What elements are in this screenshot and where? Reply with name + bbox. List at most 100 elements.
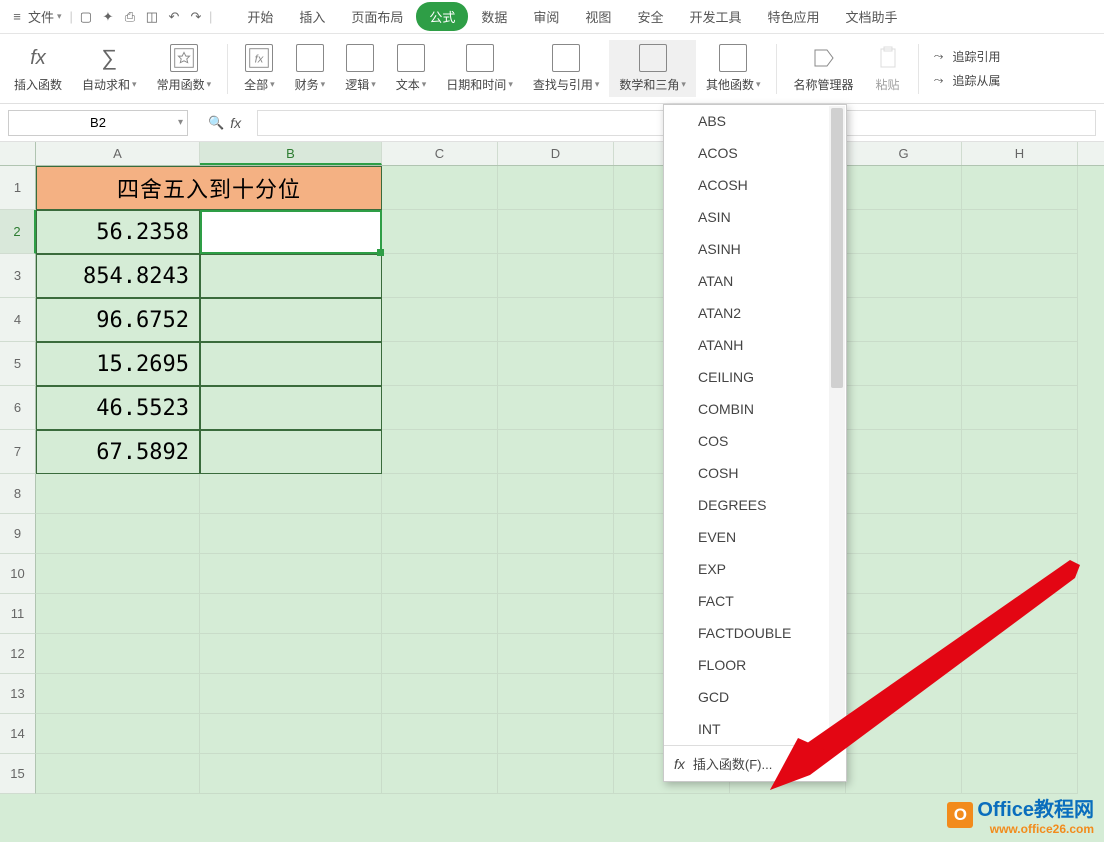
cell[interactable] (846, 594, 962, 634)
cell[interactable] (382, 514, 498, 554)
row-header-8[interactable]: 8 (0, 474, 36, 514)
redo-icon[interactable]: ↷ (185, 6, 207, 28)
cell[interactable] (962, 210, 1078, 254)
paste-button[interactable]: 粘贴 (864, 40, 912, 97)
cell[interactable] (962, 714, 1078, 754)
cell[interactable] (498, 754, 614, 794)
cell[interactable] (962, 754, 1078, 794)
financial-button[interactable]: 财务▾ (285, 40, 336, 97)
save-icon[interactable]: ✦ (97, 6, 119, 28)
column-header-B[interactable]: B (200, 142, 382, 165)
other-functions-button[interactable]: 其他函数▾ (696, 40, 771, 97)
common-functions-button[interactable]: 常用函数▾ (147, 40, 222, 97)
cell[interactable] (498, 298, 614, 342)
tab-开发工具[interactable]: 开发工具 (676, 2, 754, 31)
open-icon[interactable]: ▢ (75, 6, 97, 28)
insert-function-button[interactable]: fx 插入函数 (4, 40, 72, 97)
function-item-acos[interactable]: ACOS (664, 137, 846, 169)
cell[interactable] (962, 514, 1078, 554)
text-button[interactable]: 文本▾ (386, 40, 437, 97)
function-item-abs[interactable]: ABS (664, 105, 846, 137)
undo-icon[interactable]: ↶ (163, 6, 185, 28)
preview-icon[interactable]: ◫ (141, 6, 163, 28)
cell[interactable] (200, 634, 382, 674)
trace-precedents-button[interactable]: ⤳ 追踪引用 (929, 45, 1001, 69)
tab-页面布局[interactable]: 页面布局 (338, 2, 416, 31)
column-header-C[interactable]: C (382, 142, 498, 165)
cell[interactable] (962, 634, 1078, 674)
function-item-asin[interactable]: ASIN (664, 201, 846, 233)
cell[interactable] (382, 474, 498, 514)
cell[interactable] (846, 166, 962, 210)
cell[interactable] (382, 210, 498, 254)
cell[interactable] (382, 166, 498, 210)
autosum-button[interactable]: ∑ 自动求和▾ (72, 40, 147, 97)
cell[interactable] (962, 594, 1078, 634)
cell[interactable] (36, 594, 200, 634)
trace-dependents-button[interactable]: ⤳ 追踪从属 (929, 69, 1001, 93)
cell[interactable] (962, 298, 1078, 342)
cell[interactable] (382, 554, 498, 594)
cell[interactable] (498, 674, 614, 714)
cell[interactable] (498, 634, 614, 674)
tab-审阅[interactable]: 审阅 (520, 2, 572, 31)
tab-插入[interactable]: 插入 (286, 2, 338, 31)
cell[interactable] (36, 754, 200, 794)
insert-function-footer[interactable]: fx 插入函数(F)... (664, 745, 846, 781)
datetime-button[interactable]: 日期和时间▾ (436, 40, 523, 97)
function-item-int[interactable]: INT (664, 713, 846, 745)
function-item-factdouble[interactable]: FACTDOUBLE (664, 617, 846, 649)
cell[interactable] (498, 594, 614, 634)
cell[interactable] (962, 674, 1078, 714)
function-item-combin[interactable]: COMBIN (664, 393, 846, 425)
data-cell-a2[interactable]: 56.2358 (36, 210, 200, 254)
row-header-3[interactable]: 3 (0, 254, 36, 298)
select-all-corner[interactable] (0, 142, 36, 165)
cell[interactable] (382, 754, 498, 794)
function-item-even[interactable]: EVEN (664, 521, 846, 553)
function-item-gcd[interactable]: GCD (664, 681, 846, 713)
cell[interactable] (846, 634, 962, 674)
cell[interactable] (200, 674, 382, 714)
function-item-atanh[interactable]: ATANH (664, 329, 846, 361)
function-item-acosh[interactable]: ACOSH (664, 169, 846, 201)
cell[interactable] (382, 342, 498, 386)
function-item-cosh[interactable]: COSH (664, 457, 846, 489)
hamburger-icon[interactable]: ≡ 文件 ▾ (6, 6, 62, 28)
cell[interactable] (846, 514, 962, 554)
selected-cell[interactable] (200, 210, 382, 254)
cell[interactable] (498, 514, 614, 554)
data-cell-a7[interactable]: 67.5892 (36, 430, 200, 474)
cell[interactable] (382, 674, 498, 714)
data-cell-a5[interactable]: 15.2695 (36, 342, 200, 386)
cell[interactable] (382, 298, 498, 342)
search-icon[interactable]: 🔍 (208, 115, 224, 131)
lookup-button[interactable]: 查找与引用▾ (523, 40, 610, 97)
dropdown-scrollbar[interactable] (829, 106, 845, 743)
row-header-15[interactable]: 15 (0, 754, 36, 794)
cell[interactable] (962, 342, 1078, 386)
row-header-5[interactable]: 5 (0, 342, 36, 386)
cell[interactable] (498, 474, 614, 514)
chevron-down-icon[interactable]: ▾ (178, 117, 183, 128)
cell[interactable] (382, 254, 498, 298)
cell[interactable] (498, 342, 614, 386)
logical-button[interactable]: 逻辑▾ (335, 40, 386, 97)
cell[interactable] (498, 254, 614, 298)
tab-安全[interactable]: 安全 (624, 2, 676, 31)
row-header-9[interactable]: 9 (0, 514, 36, 554)
cell[interactable] (962, 166, 1078, 210)
cell[interactable] (36, 554, 200, 594)
cell[interactable] (382, 634, 498, 674)
row-header-7[interactable]: 7 (0, 430, 36, 474)
function-item-atan[interactable]: ATAN (664, 265, 846, 297)
function-item-fact[interactable]: FACT (664, 585, 846, 617)
cell[interactable] (200, 474, 382, 514)
cell[interactable] (846, 674, 962, 714)
cell[interactable] (200, 554, 382, 594)
function-item-atan2[interactable]: ATAN2 (664, 297, 846, 329)
row-header-10[interactable]: 10 (0, 554, 36, 594)
row-header-2[interactable]: 2 (0, 210, 36, 254)
cell[interactable] (382, 594, 498, 634)
cell[interactable] (200, 714, 382, 754)
